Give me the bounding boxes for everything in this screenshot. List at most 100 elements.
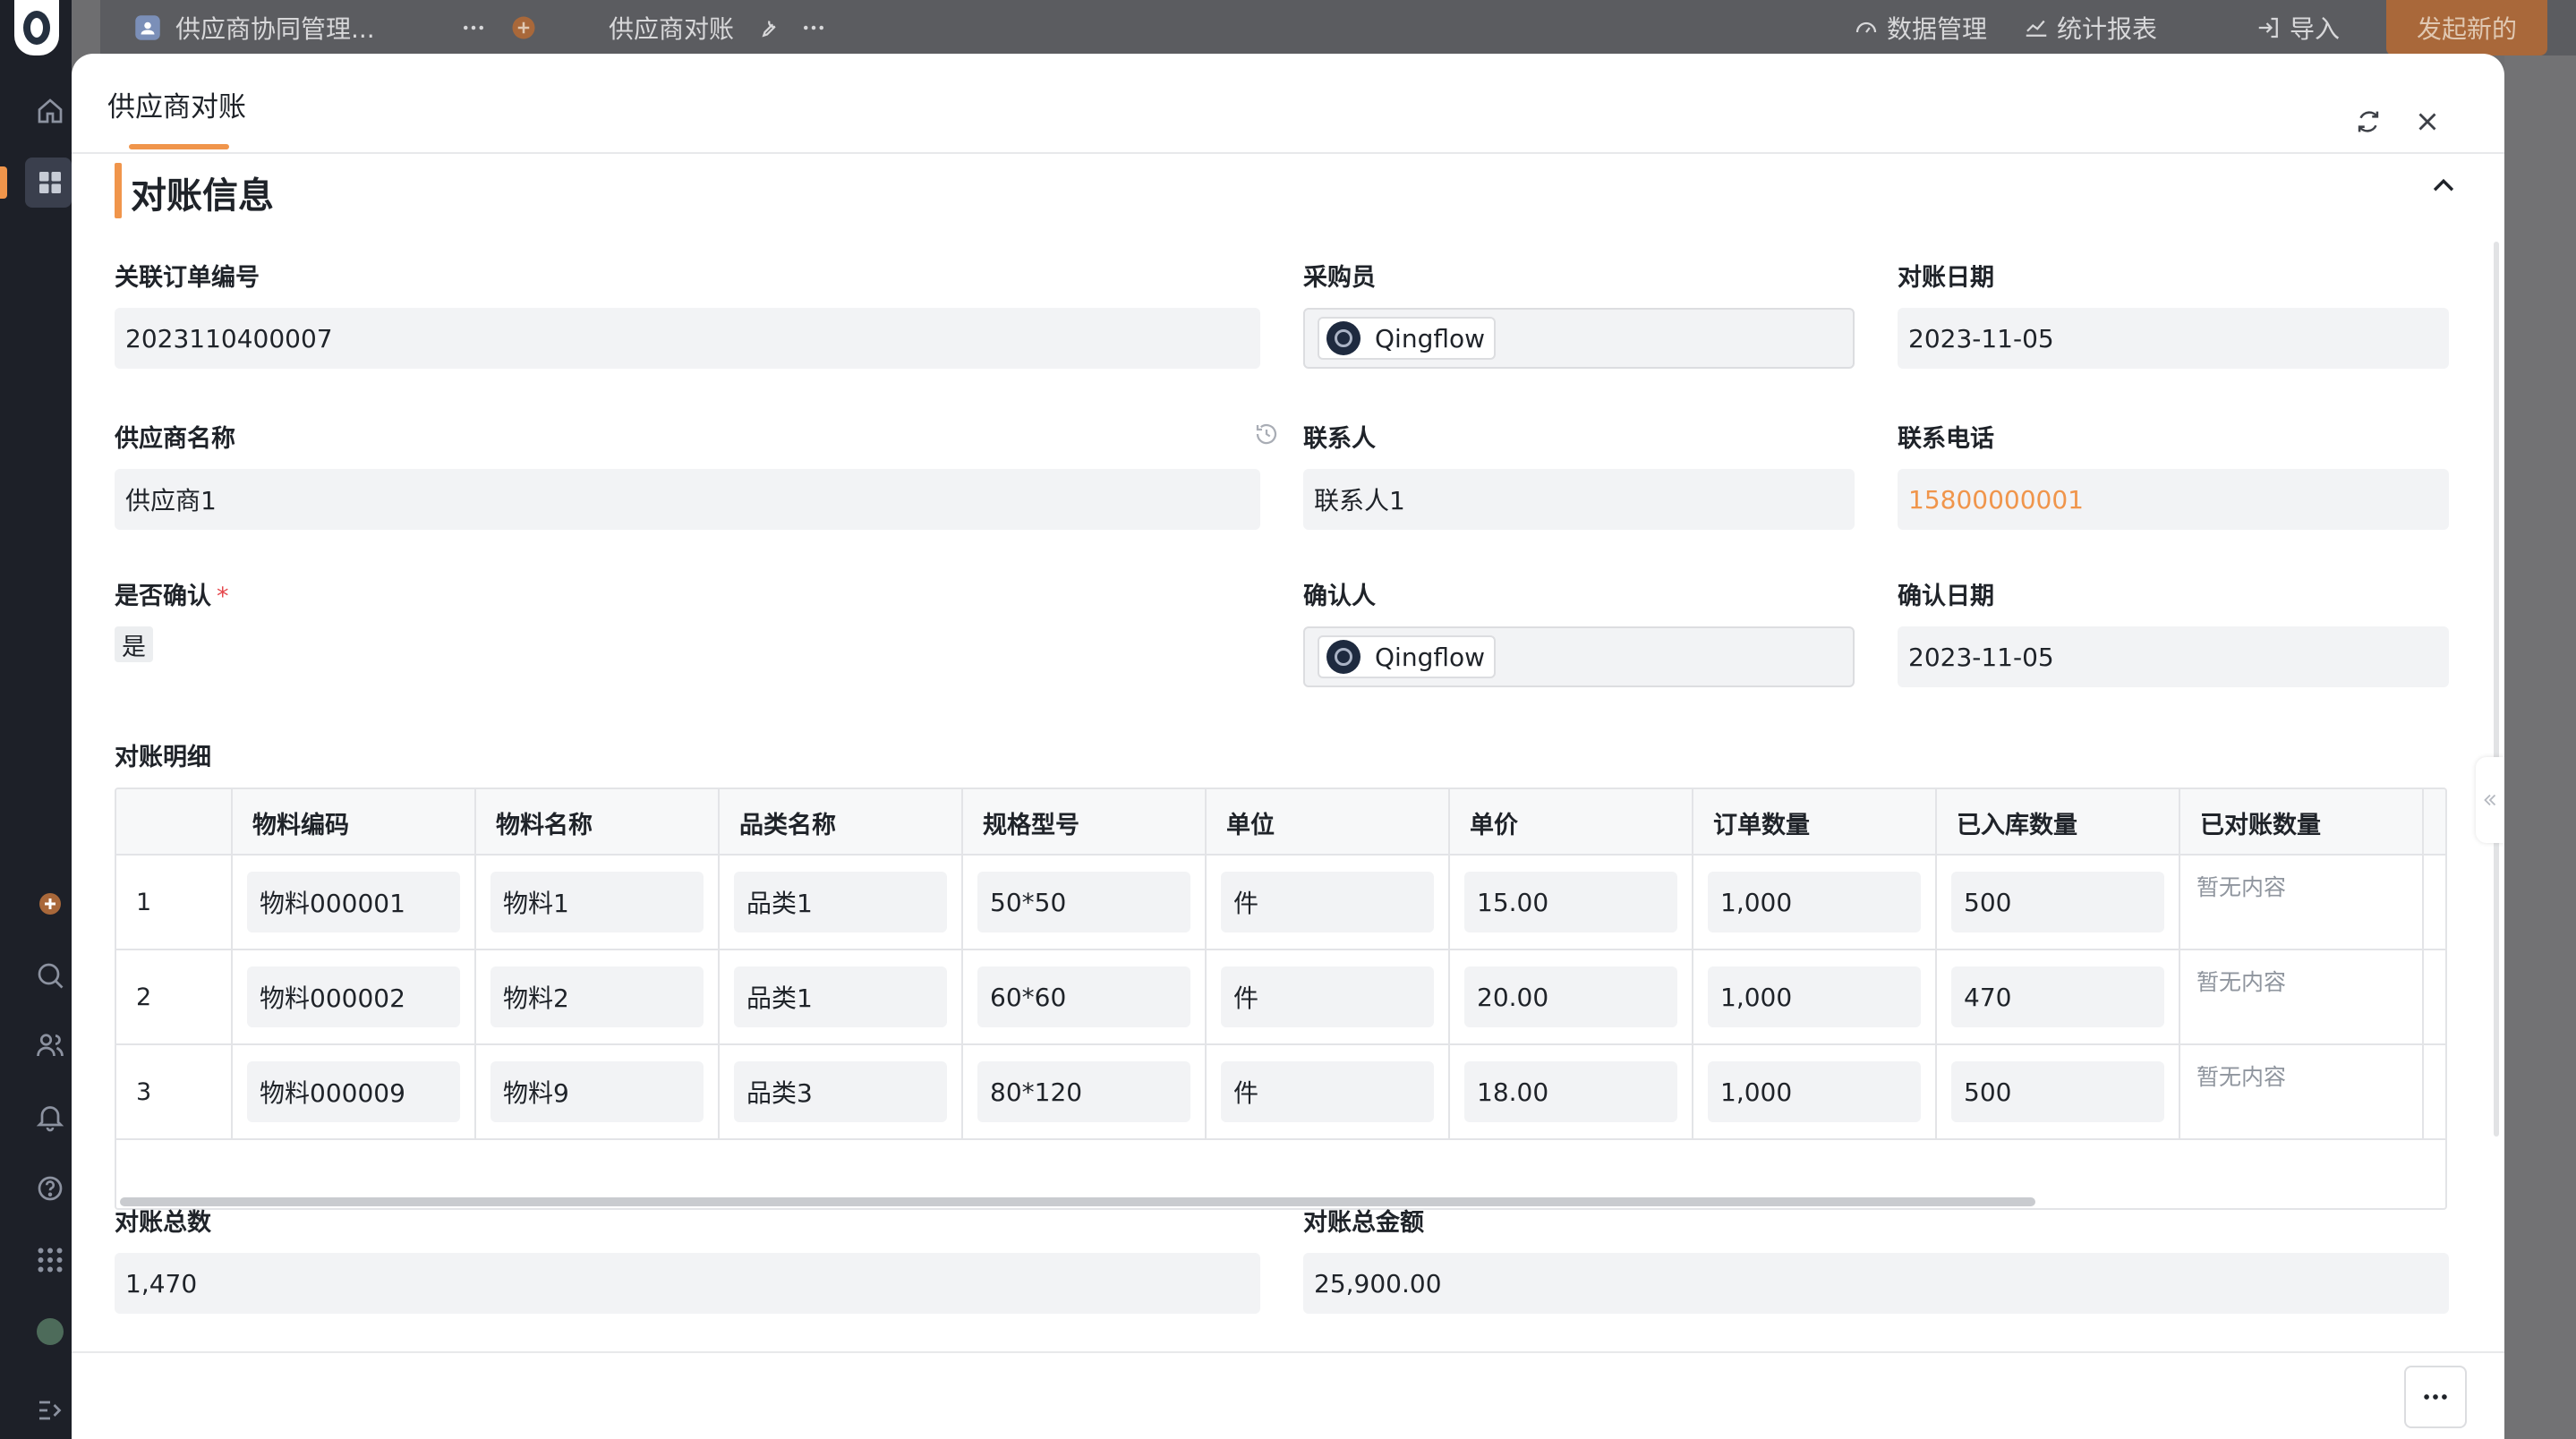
cell-value-spec[interactable]: 60*60 xyxy=(977,966,1190,1027)
cell-value-unit[interactable]: 件 xyxy=(1221,966,1434,1027)
table-cell-in-qty: 500 xyxy=(1937,856,2180,949)
buyer-field[interactable]: Qingflow xyxy=(1303,308,1855,369)
confirmer-chip: Qingflow xyxy=(1318,635,1497,678)
app-launcher-icon[interactable] xyxy=(32,1242,68,1278)
view-name: 供应商对账 xyxy=(609,14,735,44)
phone-label: 联系电话 xyxy=(1898,425,1994,453)
header-order-qty: 订单数量 xyxy=(1693,789,1937,856)
header-material-name: 物料名称 xyxy=(476,789,720,856)
footer-divider xyxy=(72,1351,2504,1353)
import-button[interactable]: 导入 xyxy=(2256,0,2340,55)
recon-date-label: 对账日期 xyxy=(1898,264,1994,292)
recon-date-field[interactable]: 2023-11-05 xyxy=(1898,308,2449,369)
dashboard-icon xyxy=(1855,21,1877,33)
user-avatar[interactable] xyxy=(32,1314,68,1350)
table-cell-spec: 80*120 xyxy=(963,1045,1207,1138)
cell-value-unit[interactable]: 件 xyxy=(1221,872,1434,932)
table-cell-code: 物料000002 xyxy=(233,950,476,1043)
required-mark: * xyxy=(217,583,229,610)
phone-link[interactable]: 15800000001 xyxy=(1908,485,2084,515)
side-panel-handle[interactable] xyxy=(2476,757,2504,843)
help-icon[interactable] xyxy=(32,1171,68,1206)
stats-report-button[interactable]: 统计报表 xyxy=(2023,0,2157,55)
order-no-field[interactable]: 2023110400007 xyxy=(115,308,1260,369)
confirmer-name: Qingflow xyxy=(1375,642,1486,672)
cell-value-category[interactable]: 品类3 xyxy=(734,1061,947,1122)
view-tab[interactable]: 供应商对账 xyxy=(609,0,827,55)
table-cell-recon-qty: 暂无内容 xyxy=(2180,856,2424,949)
vertical-scrollbar[interactable] xyxy=(2494,242,2499,1137)
header-price: 单价 xyxy=(1450,789,1693,856)
buyer-avatar xyxy=(1326,321,1361,355)
confirm-date-field[interactable]: 2023-11-05 xyxy=(1898,626,2449,687)
cell-value-order-qty[interactable]: 1,000 xyxy=(1708,872,1921,932)
table-cell-unit: 件 xyxy=(1207,950,1450,1043)
add-icon[interactable] xyxy=(32,886,68,922)
supplier-label: 供应商名称 xyxy=(115,425,235,453)
search-icon[interactable] xyxy=(32,958,68,993)
table-cell-category: 品类1 xyxy=(720,856,963,949)
cell-value-price[interactable]: 15.00 xyxy=(1464,872,1677,932)
header-index xyxy=(116,789,233,856)
cell-value-unit[interactable]: 件 xyxy=(1221,1061,1434,1122)
cell-value-order-qty[interactable]: 1,000 xyxy=(1708,966,1921,1027)
table-cell-spec: 60*60 xyxy=(963,950,1207,1043)
home-icon[interactable] xyxy=(32,93,68,129)
chevron-up-icon[interactable] xyxy=(2420,163,2467,209)
confirm-date-label: 确认日期 xyxy=(1898,583,1994,610)
confirmer-field[interactable]: Qingflow xyxy=(1303,626,1855,687)
table-row: 3 物料000009 物料9 品类3 80*120 件 18.00 1,000 500 暂无内容 xyxy=(116,1045,2445,1140)
phone-field[interactable]: 15800000001 xyxy=(1898,469,2449,530)
cell-value-name[interactable]: 物料2 xyxy=(490,966,704,1027)
contacts-icon[interactable] xyxy=(32,1027,68,1063)
more-icon[interactable] xyxy=(2404,1366,2467,1428)
cell-value-price[interactable]: 18.00 xyxy=(1464,1061,1677,1122)
cell-value-code[interactable]: 物料000001 xyxy=(247,872,460,932)
app-switcher[interactable]: 供应商协同管理... xyxy=(134,0,375,55)
cell-value-spec[interactable]: 50*50 xyxy=(977,872,1190,932)
table-cell-price: 15.00 xyxy=(1450,856,1693,949)
close-icon[interactable] xyxy=(2406,100,2449,143)
cell-value-category[interactable]: 品类1 xyxy=(734,872,947,932)
supplier-field[interactable]: 供应商1 xyxy=(115,469,1260,530)
apps-grid-icon[interactable] xyxy=(32,165,68,200)
table-cell-unit: 件 xyxy=(1207,1045,1450,1138)
cell-value-price[interactable]: 20.00 xyxy=(1464,966,1677,1027)
total-qty-label: 对账总数 xyxy=(115,1209,211,1237)
cell-value-spec[interactable]: 80*120 xyxy=(977,1061,1190,1122)
cell-value-name[interactable]: 物料9 xyxy=(490,1061,704,1122)
table-cell-name: 物料1 xyxy=(476,856,720,949)
cell-value-code[interactable]: 物料000002 xyxy=(247,966,460,1027)
empty-placeholder: 暂无内容 xyxy=(2196,874,2287,900)
confirmed-value-tag[interactable]: 是 xyxy=(115,626,153,662)
add-tab-icon[interactable] xyxy=(510,0,537,55)
header-material-code: 物料编码 xyxy=(233,789,476,856)
table-cell-recon-qty: 暂无内容 xyxy=(2180,1045,2424,1138)
wrench-icon[interactable] xyxy=(754,14,780,41)
app-logo[interactable] xyxy=(14,0,59,55)
total-amount-field[interactable]: 25,900.00 xyxy=(1303,1253,2449,1314)
expand-sidebar-icon[interactable] xyxy=(32,1392,68,1428)
cell-value-code[interactable]: 物料000009 xyxy=(247,1061,460,1122)
cell-value-in-qty[interactable]: 470 xyxy=(1951,966,2164,1027)
cell-value-in-qty[interactable]: 500 xyxy=(1951,872,2164,932)
app-more-icon[interactable] xyxy=(460,0,487,55)
contact-field[interactable]: 联系人1 xyxy=(1303,469,1855,530)
table-cell-category: 品类1 xyxy=(720,950,963,1043)
double-chevron-left-icon xyxy=(2484,794,2496,806)
start-new-button[interactable]: 发起新的 xyxy=(2386,0,2547,55)
cell-value-in-qty[interactable]: 500 xyxy=(1951,1061,2164,1122)
cell-value-order-qty[interactable]: 1,000 xyxy=(1708,1061,1921,1122)
data-management-button[interactable]: 数据管理 xyxy=(1853,0,1987,55)
cell-value-name[interactable]: 物料1 xyxy=(490,872,704,932)
bell-icon[interactable] xyxy=(32,1099,68,1135)
table-cell-price: 18.00 xyxy=(1450,1045,1693,1138)
cell-value-category[interactable]: 品类1 xyxy=(734,966,947,1027)
refresh-icon[interactable] xyxy=(2347,100,2390,143)
header-category: 品类名称 xyxy=(720,789,963,856)
total-qty-field[interactable]: 1,470 xyxy=(115,1253,1260,1314)
view-more-icon[interactable] xyxy=(800,14,827,41)
history-icon[interactable] xyxy=(1253,421,1280,447)
horizontal-scrollbar[interactable] xyxy=(120,1197,2035,1206)
table-cell-in-qty: 470 xyxy=(1937,950,2180,1043)
